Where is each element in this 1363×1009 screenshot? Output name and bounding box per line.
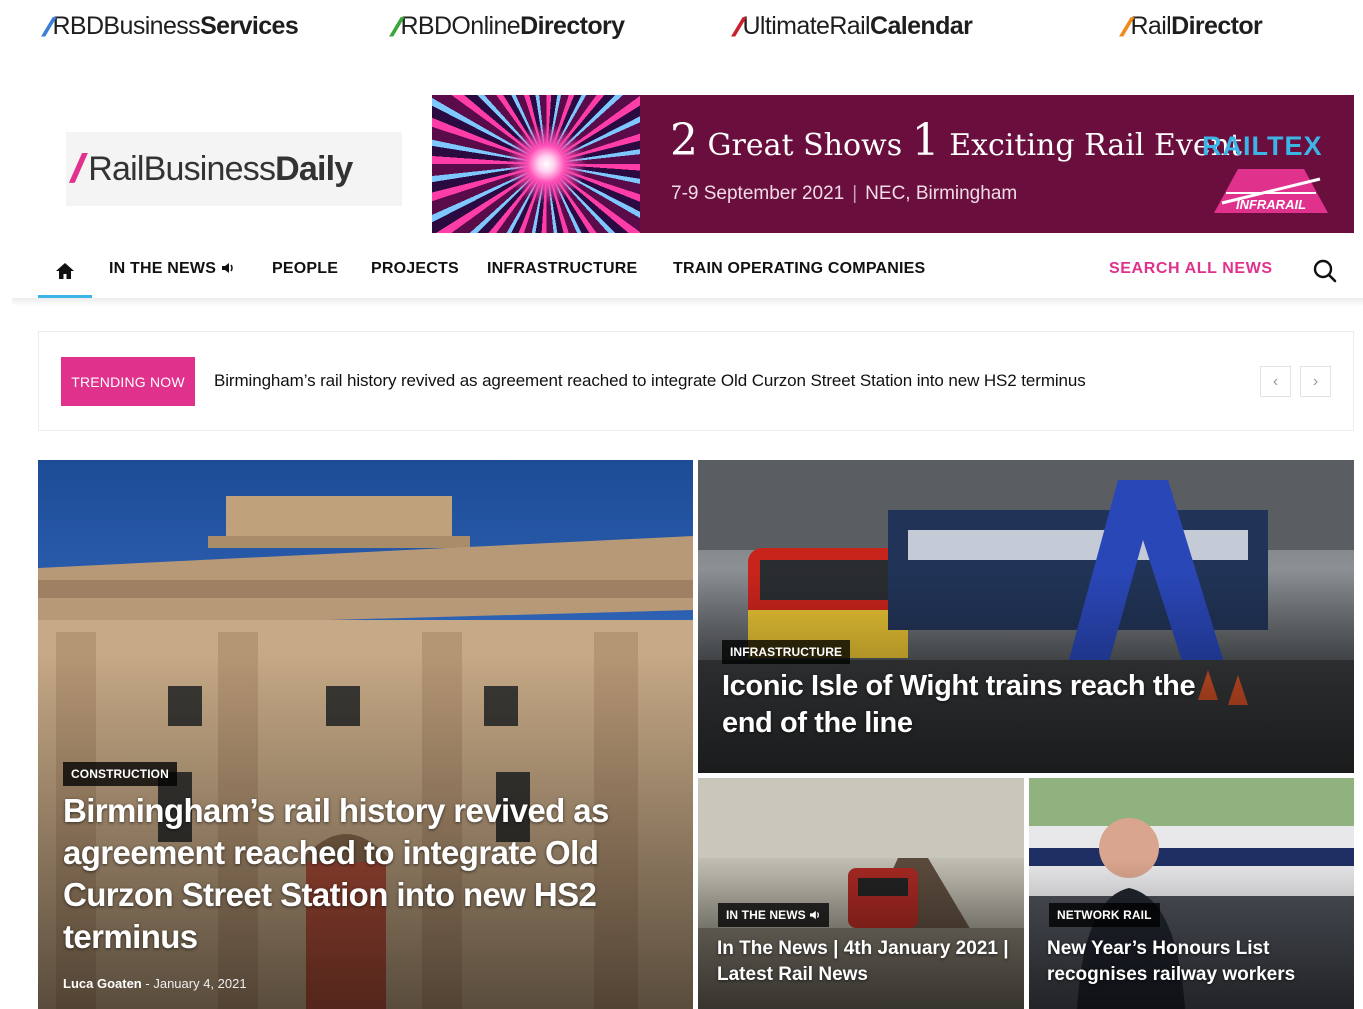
trending-ticker: TRENDING NOW Birmingham’s rail history r… (38, 331, 1354, 431)
category-tag[interactable]: IN THE NEWS (718, 903, 830, 927)
article-title[interactable]: In The News | 4th January 2021 | Latest … (717, 936, 1017, 988)
partner-name: RBDBusinessServices (52, 12, 299, 40)
trending-now-badge: TRENDING NOW (61, 357, 195, 406)
home-icon (56, 263, 74, 279)
nav-divider (12, 298, 1363, 306)
trending-next-button[interactable]: › (1300, 366, 1331, 397)
partner-rbd-business-services[interactable]: // RBDBusinessServices (40, 11, 299, 42)
partner-name: UltimateRailCalendar (742, 12, 973, 40)
slash-logo-icon: // (730, 11, 740, 42)
article-date: January 4, 2021 (153, 976, 247, 991)
partner-rbd-online-directory[interactable]: // RBDOnlineDirectory (388, 11, 625, 42)
banner-headline: 2 Great Shows 1 Exciting Rail Event (670, 115, 1242, 166)
nav-item-in-the-news[interactable]: IN THE NEWS (109, 260, 235, 278)
site-logo-text: RailBusinessDaily (88, 149, 353, 188)
speaker-icon (810, 910, 820, 920)
infrarail-logo-text: INFRARAIL (1236, 197, 1306, 212)
article-title[interactable]: New Year’s Honours List recognises railw… (1047, 936, 1347, 988)
category-tag[interactable]: CONSTRUCTION (63, 762, 177, 786)
slash-logo-icon: // (40, 11, 50, 42)
featured-article-in-the-news[interactable]: IN THE NEWS In The News | 4th January 20… (698, 778, 1024, 1009)
category-tag[interactable]: NETWORK RAIL (1049, 903, 1160, 927)
slash-logo-icon: // (1118, 11, 1128, 42)
site-logo[interactable]: // RailBusinessDaily (66, 132, 402, 206)
article-title[interactable]: Iconic Isle of Wight trains reach the en… (722, 668, 1222, 742)
slash-logo-icon: // (388, 11, 398, 42)
featured-article-main[interactable]: CONSTRUCTION Birmingham’s rail history r… (38, 460, 693, 1009)
railtex-banner-ad[interactable]: 2 Great Shows 1 Exciting Rail Event 7-9 … (432, 95, 1354, 233)
railtex-logo: RAILTEX (1202, 131, 1323, 161)
speaker-icon (221, 263, 233, 273)
article-meta: Luca Goaten - January 4, 2021 (63, 976, 247, 991)
article-title[interactable]: Birmingham’s rail history revived as agr… (63, 790, 623, 958)
slash-logo-icon: // (66, 147, 80, 191)
nav-home[interactable] (38, 244, 92, 298)
trending-headline-link[interactable]: Birmingham’s rail history revived as agr… (214, 371, 1086, 391)
featured-article-honours-list[interactable]: NETWORK RAIL New Year’s Honours List rec… (1029, 778, 1354, 1009)
infrarail-logo: INFRARAIL (1214, 169, 1328, 213)
partner-rail-director[interactable]: // RailDirector (1118, 11, 1263, 42)
banner-event-details: 7-9 September 2021 | NEC, Birmingham (671, 183, 1018, 204)
author-link[interactable]: Luca Goaten (63, 976, 142, 991)
nav-item-people[interactable]: PEOPLE (272, 260, 338, 278)
nav-item-infrastructure[interactable]: INFRASTRUCTURE (487, 260, 637, 278)
category-tag[interactable]: INFRASTRUCTURE (722, 640, 851, 664)
nav-item-train-operating-companies[interactable]: TRAIN OPERATING COMPANIES (673, 260, 925, 278)
trending-prev-button[interactable]: ‹ (1260, 366, 1291, 397)
featured-article-isle-of-wight[interactable]: INFRASTRUCTURE Iconic Isle of Wight trai… (698, 460, 1354, 773)
partner-name: RailDirector (1130, 12, 1263, 40)
nav-item-projects[interactable]: PROJECTS (371, 260, 459, 278)
partner-name: RBDOnlineDirectory (400, 12, 625, 40)
search-icon[interactable] (1312, 258, 1338, 284)
light-tunnel-image (432, 95, 640, 233)
main-navigation: IN THE NEWS PEOPLE PROJECTS INFRASTRUCTU… (0, 244, 1363, 300)
search-all-news-link[interactable]: SEARCH ALL NEWS (1109, 260, 1273, 278)
partner-ultimate-rail-calendar[interactable]: // UltimateRailCalendar (730, 11, 973, 42)
